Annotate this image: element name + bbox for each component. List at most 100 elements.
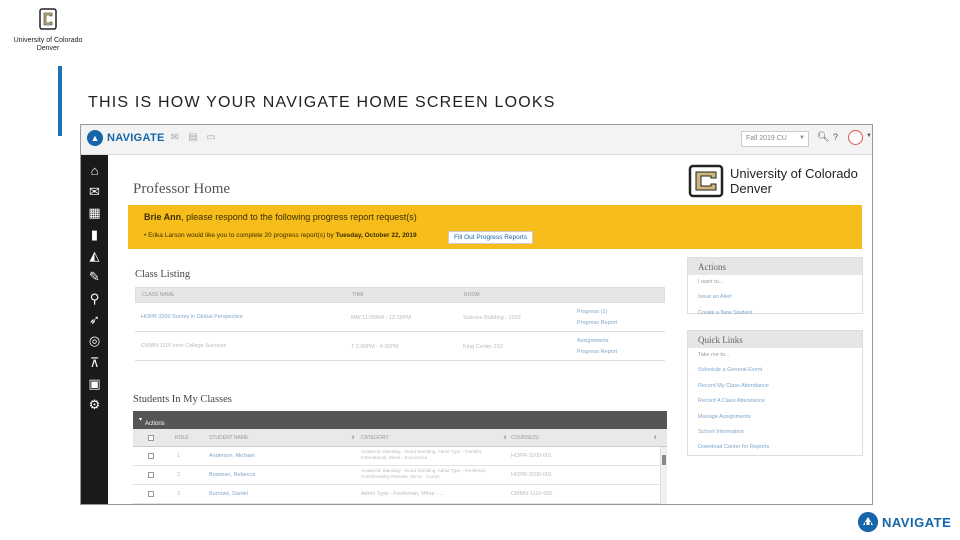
table-header: ROLE STUDENT NAME ⬍ CATEGORY ⬍ COURSE(S)… <box>133 429 667 447</box>
column-header[interactable]: COURSE(S) <box>511 435 539 441</box>
student-category: Academic Standing - Good Standing, Admit… <box>361 468 487 479</box>
search-icon[interactable]: ⚲ <box>86 291 103 307</box>
actions-label: Actions <box>145 421 165 427</box>
students-title: Students In My Classes <box>133 394 232 405</box>
alert-user-name: Brie Ann <box>144 212 182 222</box>
chart-icon[interactable]: ◭ <box>86 248 103 264</box>
quick-link[interactable]: Record My Class Attendance <box>688 379 862 394</box>
alert-item-text: Erika Larson would like you to complete … <box>148 232 336 239</box>
class-link[interactable]: Progress Report <box>577 349 617 355</box>
mail-icon[interactable]: ✉ <box>169 132 181 144</box>
actions-bar: Actions ▾ <box>133 411 667 429</box>
window-icon[interactable]: ▭ <box>205 132 217 144</box>
column-header[interactable]: ROLE <box>175 435 189 441</box>
sidebar: ⌂ ✉ ▦ ▮ ◭ ✎ ⚲ ➶ ◎ ⊼ ▣ ⚙ <box>81 155 108 504</box>
navigate-logo[interactable]: ▲ NAVIGATE <box>87 130 165 146</box>
cu-mark-icon <box>688 164 724 198</box>
quick-link[interactable]: Record A Class Attendance <box>688 394 862 409</box>
search-icon[interactable]: 🔍︎ <box>817 132 830 143</box>
column-header[interactable]: CLASS NAME <box>142 292 174 298</box>
folder-icon[interactable]: ▮ <box>86 227 103 243</box>
gear-icon[interactable]: ⚙ <box>86 397 103 413</box>
cu-logo-line2: Denver <box>730 181 772 196</box>
column-header[interactable]: ROOM <box>464 292 480 298</box>
table-row: 3 Burrows, Daniel Admit Type - Freshman,… <box>133 485 667 504</box>
create-student-link[interactable]: Create a New Student <box>688 306 862 321</box>
student-name-link[interactable]: Burrows, Daniel <box>209 491 248 497</box>
class-link[interactable]: Progress Report <box>577 320 617 326</box>
student-name-link[interactable]: Anderson, Michael <box>209 453 255 459</box>
mail-icon[interactable]: ✉ <box>86 184 103 200</box>
row-checkbox[interactable] <box>148 472 154 478</box>
sort-icon[interactable]: ⬍ <box>351 435 355 441</box>
students-table: Actions ▾ ROLE STUDENT NAME ⬍ CATEGORY ⬍… <box>133 411 667 504</box>
student-role: 1 <box>177 453 181 459</box>
quick-link[interactable]: Schedule a General Event <box>688 363 862 378</box>
table-scrollbar[interactable] <box>660 447 667 504</box>
logo-line1: University of Colorado <box>13 37 83 44</box>
pin-icon[interactable]: ✎ <box>86 269 103 285</box>
quick-link[interactable]: School Information <box>688 425 862 440</box>
table-header: CLASS NAME TIME ROOM <box>135 287 665 303</box>
home-icon[interactable]: ⌂ <box>86 163 103 179</box>
calendar-icon[interactable]: ▦ <box>86 205 103 221</box>
class-name-link[interactable]: HOPR 3200 Survey in Global Perspective <box>141 314 243 320</box>
cu-mark-icon <box>39 8 57 30</box>
term-value: Fall 2019 CU <box>746 135 787 142</box>
alert-due-date: Tuesday, October 22, 2019 <box>335 232 417 239</box>
column-header[interactable]: CATEGORY <box>361 435 389 441</box>
student-category: Academic Standing - Good Standing, Admit… <box>361 449 483 460</box>
actions-dropdown[interactable]: Actions ▾ <box>139 416 165 427</box>
class-name[interactable]: CMMN 1110 Intro College Success <box>141 343 226 349</box>
logo-line2: Denver <box>36 45 60 52</box>
student-role: 2 <box>177 472 181 478</box>
accent-bar <box>58 66 62 136</box>
progress-report-alert: Brie Ann, please respond to the followin… <box>128 205 862 249</box>
column-header[interactable]: STUDENT NAME <box>209 435 248 441</box>
cu-logo-line1: University of Colorado <box>730 166 858 181</box>
quick-links-title: Quick Links <box>688 331 862 348</box>
student-course: HOPR-3200-001 <box>511 453 552 459</box>
class-listing-title: Class Listing <box>135 269 191 280</box>
student-category: Admit Type - Freshman, Minor - ... <box>361 491 445 497</box>
row-checkbox[interactable] <box>148 453 154 459</box>
class-room: King Center 212 <box>463 344 503 350</box>
cu-denver-logo: University of Colorado Denver <box>12 8 84 54</box>
megaphone-icon[interactable]: ➶ <box>86 312 103 328</box>
class-time: MW 11:00AM - 12:15PM <box>351 315 411 321</box>
avatar[interactable] <box>848 130 863 145</box>
row-checkbox[interactable] <box>148 491 154 497</box>
class-listing-table: CLASS NAME TIME ROOM HOPR 3200 Survey in… <box>135 287 665 361</box>
student-name-link[interactable]: Bowman, Rebecca <box>209 472 255 478</box>
sort-icon[interactable]: ⬍ <box>503 435 507 441</box>
help-icon[interactable]: ? <box>833 132 838 142</box>
sort-icon[interactable]: ⬍ <box>653 435 657 441</box>
pulse-icon[interactable]: ◎ <box>86 333 103 349</box>
issue-alert-link[interactable]: Issue an Alert <box>688 290 862 305</box>
actions-panel: Actions I want to... Issue an Alert Crea… <box>687 257 863 316</box>
clipboard-icon[interactable]: ▣ <box>86 376 103 392</box>
alert-heading: Brie Ann, please respond to the followin… <box>144 212 417 222</box>
scrollbar-thumb[interactable] <box>662 455 666 465</box>
term-select[interactable]: Fall 2019 CU ▼ <box>741 131 809 147</box>
student-course: CMMN-1110-005 <box>511 491 553 497</box>
navigate-brand: NAVIGATE <box>858 512 951 532</box>
tray-icon[interactable]: ▤ <box>187 132 199 144</box>
quick-link[interactable]: Download Center for Reports <box>688 440 862 455</box>
chevron-down-icon[interactable]: ▼ <box>866 133 872 139</box>
cu-denver-logo-large: University of Colorado Denver <box>688 163 858 199</box>
class-link[interactable]: Progress (1) <box>577 309 607 315</box>
student-course: HOPR-3200-001 <box>511 472 552 478</box>
column-header[interactable]: TIME <box>352 292 364 298</box>
table-row: 1 Anderson, Michael Academic Standing - … <box>133 447 667 466</box>
alert-heading-text: , please respond to the following progre… <box>181 212 417 222</box>
student-role: 3 <box>177 491 181 497</box>
page-title: Professor Home <box>133 181 231 197</box>
presentation-icon[interactable]: ⊼ <box>86 355 103 371</box>
table-row: 2 Bowman, Rebecca Academic Standing - Go… <box>133 466 667 485</box>
fill-out-progress-reports-button[interactable]: Fill Out Progress Reports <box>448 231 533 244</box>
class-link[interactable]: Assignments <box>577 338 609 344</box>
quick-link[interactable]: Manage Assignments <box>688 410 862 425</box>
select-all-checkbox[interactable] <box>148 435 154 441</box>
class-room: Science Building - 1032 <box>463 315 521 321</box>
